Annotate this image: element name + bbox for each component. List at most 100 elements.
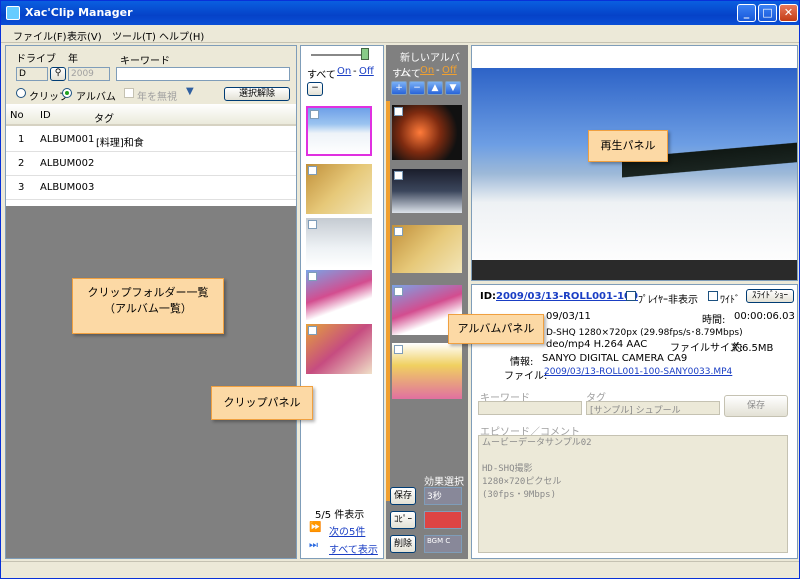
clip-count: 5/5 件表示 [315, 510, 365, 521]
add-icon[interactable]: + [391, 81, 407, 95]
video-seekbar[interactable] [472, 260, 797, 280]
slideshow-button[interactable]: ｽﾗｲﾄﾞｼｮｰ [746, 289, 794, 303]
remove-icon[interactable]: − [409, 81, 425, 95]
clear-selection-button[interactable]: 選択解除 [224, 87, 290, 101]
col-tag[interactable]: タグ [94, 110, 114, 125]
drive-browse-button[interactable]: ⚲ [50, 67, 66, 81]
row-tag: [料理]和食 [96, 138, 144, 149]
menu-help[interactable]: ヘルプ(H) [159, 28, 204, 43]
row-id: ALBUM002 [40, 158, 95, 169]
seconds-value: 3秒 [427, 492, 442, 502]
effect-label: 効果選択 [424, 477, 464, 488]
size-value: 約6.5MB [732, 343, 774, 354]
menu-file[interactable]: ファイル(F) [13, 28, 67, 43]
album-delete-button[interactable]: 削除 [390, 535, 416, 553]
info-tag-field[interactable]: [サンプル] シュプール [586, 401, 720, 416]
clip-thumb-5[interactable] [306, 324, 372, 374]
size-slider[interactable] [311, 54, 365, 56]
title-bar: Xac'Clip Manager _ □ ✕ [1, 1, 799, 25]
file-link[interactable]: 2009/03/13-ROLL001-100-SANY0033.MP4 [544, 367, 732, 377]
wide-checkbox[interactable] [708, 291, 718, 301]
album-callout: アルバムパネル [448, 314, 544, 344]
year-label: 年 [68, 54, 78, 65]
device-label: 情報: [510, 357, 534, 368]
player-callout: 再生パネル [588, 130, 668, 162]
clip-radio[interactable] [16, 88, 26, 98]
clip-on-link[interactable]: On [337, 66, 351, 77]
hide-player-label: ﾌﾟﾚｲﾔｰ非表示 [638, 295, 698, 306]
codec-value: deo/mp4 H.264 AAC [546, 339, 648, 350]
clip-off-link[interactable]: Off [359, 66, 374, 77]
status-bar [1, 561, 799, 578]
file-label: ファイル: [504, 371, 548, 382]
menu-tools[interactable]: ツール(T) [112, 28, 156, 43]
remove-clip-button[interactable]: − [307, 82, 323, 96]
row-no: 1 [18, 134, 25, 145]
seconds-select[interactable]: 3秒 [424, 487, 462, 505]
album-on-link[interactable]: On [420, 65, 434, 76]
album-table: No ID タグ 1 ALBUM001 [料理]和食 2 ALBUM002 3 … [6, 104, 296, 206]
ignore-year-checkbox[interactable] [124, 88, 134, 98]
clip-thumb-1[interactable] [306, 106, 372, 156]
show-all-icon[interactable]: ⏭ [309, 540, 318, 551]
album-thumb-3[interactable] [392, 225, 462, 273]
drive-field[interactable]: D [16, 67, 48, 81]
album-save-button[interactable]: 保存 [390, 487, 416, 505]
year-field[interactable]: 2009 [68, 67, 110, 81]
id-value-link[interactable]: 2009/03/13-ROLL001-100 [496, 291, 638, 302]
info-save-button[interactable]: 保存 [724, 395, 788, 417]
album-thumb-5[interactable] [392, 343, 462, 399]
album-off-link[interactable]: Off [442, 65, 457, 76]
table-row[interactable]: 2 ALBUM002 [6, 152, 296, 176]
clip-thumb-4[interactable] [306, 270, 372, 320]
format-value: D-SHQ 1280×720px (29.98fps/s･8.79Mbps) [546, 328, 743, 338]
wide-label: ﾜｲﾄﾞ [720, 295, 740, 306]
bgm-select[interactable]: BGM C [424, 535, 462, 553]
info-keyword-field[interactable] [478, 401, 582, 415]
album-thumb-1[interactable] [392, 105, 462, 160]
comment-line: ムービーデータサンプル02 [482, 438, 592, 448]
album-radio-label: アルバム [76, 92, 116, 103]
time-value: 00:00:06.03 [734, 311, 795, 322]
comment-box[interactable]: ムービーデータサンプル02 HD-SHQ撮影 1280×720ピクセル (30f… [478, 435, 788, 553]
clip-callout: クリップパネル [211, 386, 313, 420]
row-no: 3 [18, 182, 25, 193]
next-icon[interactable]: ⏩ [309, 522, 321, 533]
time-label: 時間: [702, 315, 726, 326]
next-5-link[interactable]: 次の5件 [329, 523, 365, 538]
album-thumb-2[interactable] [392, 169, 462, 213]
id-label: ID: [480, 291, 497, 302]
album-panel: 新しいアルバム すべて On - Off + − ▲ ▼ 効果選択 保存 ｺﾋﾟ… [386, 45, 468, 559]
maximize-button[interactable]: □ [758, 4, 777, 22]
player-panel: 再生パネル [471, 45, 798, 281]
table-row[interactable]: 3 ALBUM003 [6, 176, 296, 200]
app-window: Xac'Clip Manager _ □ ✕ ファイル(F) 表示(V) ツール… [0, 0, 800, 579]
album-radio[interactable] [62, 88, 72, 98]
row-id: ALBUM001 [40, 134, 95, 145]
col-no[interactable]: No [10, 110, 24, 121]
folder-list-callout: クリップフォルダー一覧 （アルバム一覧） [72, 278, 224, 334]
show-all-link[interactable]: すべて表示 [329, 541, 378, 556]
col-id[interactable]: ID [40, 110, 51, 121]
album-copy-button[interactable]: ｺﾋﾟｰ [390, 511, 416, 529]
minimize-button[interactable]: _ [737, 4, 756, 22]
drive-label: ドライブ [16, 54, 56, 65]
effect-select[interactable] [424, 511, 462, 529]
keyword-combo[interactable] [116, 67, 290, 81]
move-up-icon[interactable]: ▲ [427, 81, 443, 95]
close-button[interactable]: ✕ [779, 4, 798, 22]
album-timeline [386, 101, 390, 501]
clip-thumb-2[interactable] [306, 164, 372, 214]
row-no: 2 [18, 158, 25, 169]
keyword-label: キーワード [120, 56, 170, 67]
clip-panel: すべて On - Off − 5/5 件表示 ⏩ 次の5件 ⏭ すべて表示 [300, 45, 384, 559]
slider-thumb[interactable] [361, 48, 369, 60]
menu-view[interactable]: 表示(V) [67, 28, 102, 43]
clip-thumb-3[interactable] [306, 218, 372, 268]
hide-player-checkbox[interactable] [626, 291, 636, 301]
device-value: SANYO DIGITAL CAMERA CA9 [542, 353, 688, 364]
move-down-icon[interactable]: ▼ [445, 81, 461, 95]
table-row[interactable]: 1 ALBUM001 [料理]和食 [6, 128, 296, 152]
filter-icon[interactable]: ▼ [186, 86, 194, 97]
video-frame[interactable] [472, 68, 797, 260]
